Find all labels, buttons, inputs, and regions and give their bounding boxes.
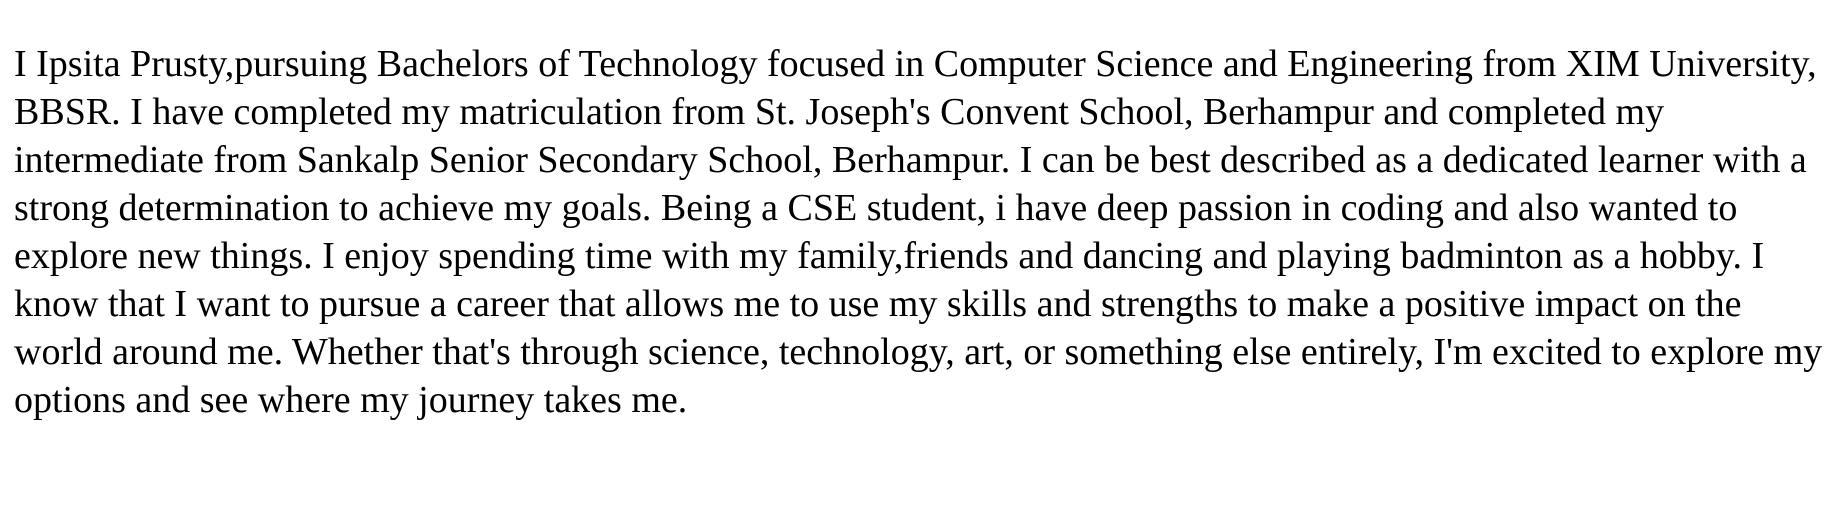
- about-paragraph: I Ipsita Prusty,pursuing Bachelors of Te…: [14, 43, 1823, 421]
- page: I Ipsita Prusty,pursuing Bachelors of Te…: [0, 0, 1843, 505]
